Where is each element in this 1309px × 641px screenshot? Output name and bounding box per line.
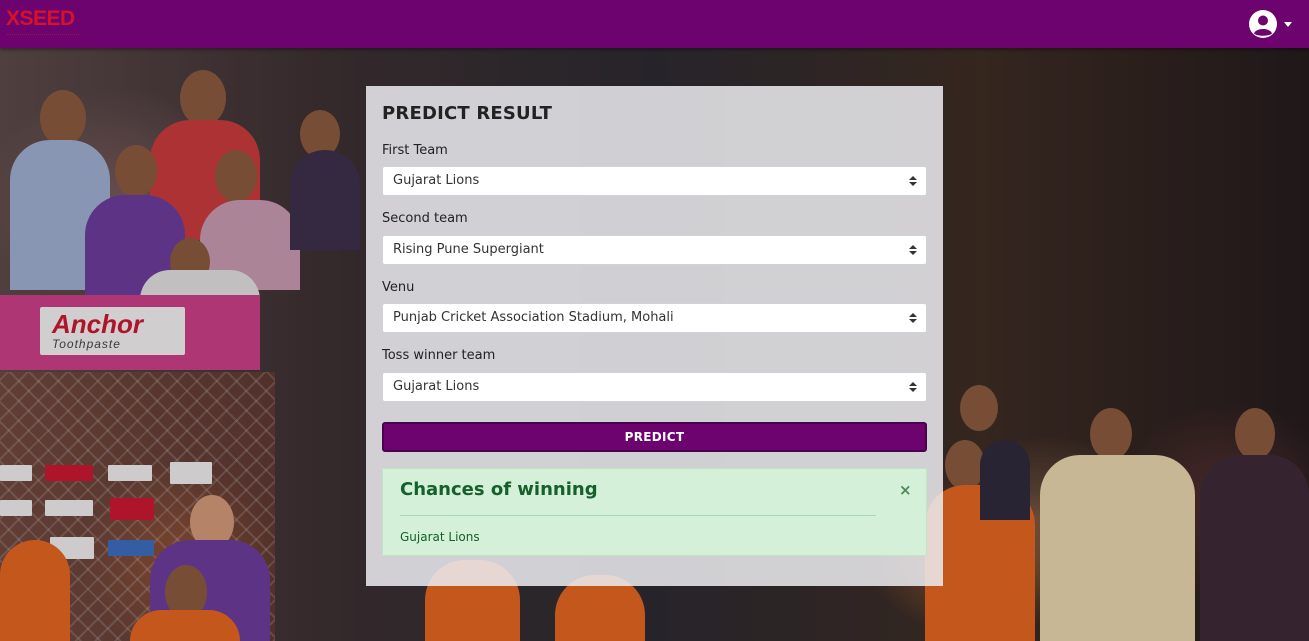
user-circle-icon <box>1248 9 1278 39</box>
brand-tagline <box>7 30 79 35</box>
select-arrows-icon <box>909 382 917 393</box>
user-menu-button[interactable] <box>1248 8 1300 40</box>
predicted-winner: Gujarat Lions <box>400 530 480 544</box>
result-alert: Chances of winning × Gujarat Lions <box>382 468 927 556</box>
predict-result-card: PREDICT RESULT First Team Gujarat Lions … <box>366 86 943 586</box>
second-team-label: Second team <box>382 211 468 226</box>
page-title: PREDICT RESULT <box>382 103 553 124</box>
select-arrows-icon <box>909 176 917 187</box>
select-arrows-icon <box>909 245 917 256</box>
first-team-value: Gujarat Lions <box>393 173 480 188</box>
toss-winner-value: Gujarat Lions <box>393 379 480 394</box>
first-team-select[interactable]: Gujarat Lions <box>382 166 927 196</box>
chevron-down-icon <box>1284 21 1292 27</box>
second-team-value: Rising Pune Supergiant <box>393 242 544 257</box>
venue-select[interactable]: Punjab Cricket Association Stadium, Moha… <box>382 303 927 333</box>
toss-winner-label: Toss winner team <box>382 348 496 363</box>
result-title: Chances of winning <box>400 479 598 500</box>
result-divider <box>400 515 876 516</box>
close-icon[interactable]: × <box>899 481 912 499</box>
venue-label: Venu <box>382 280 415 295</box>
second-team-select[interactable]: Rising Pune Supergiant <box>382 235 927 265</box>
first-team-label: First Team <box>382 143 448 158</box>
predict-button[interactable]: PREDICT <box>382 422 927 452</box>
toss-winner-select[interactable]: Gujarat Lions <box>382 372 927 402</box>
top-navbar: XSEED <box>0 0 1309 48</box>
select-arrows-icon <box>909 313 917 324</box>
venue-value: Punjab Cricket Association Stadium, Moha… <box>393 310 674 325</box>
brand-logo[interactable]: XSEED <box>6 8 75 30</box>
